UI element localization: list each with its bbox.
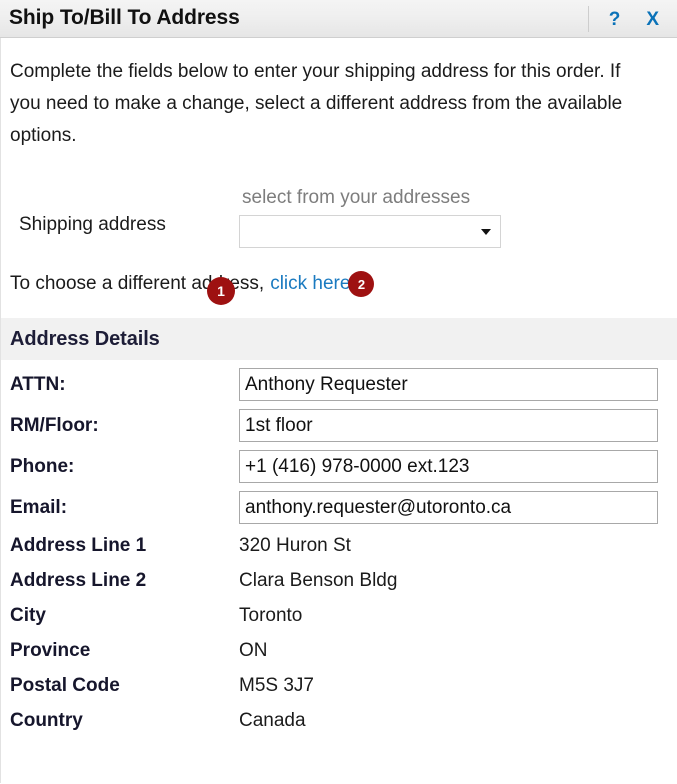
rm-floor-input[interactable] [239, 409, 658, 442]
value-address-line-2: Clara Benson Bldg [239, 569, 398, 591]
label-email: Email: [10, 496, 68, 518]
label-address-line-1: Address Line 1 [10, 534, 147, 556]
intro-text: Complete the fields below to enter your … [10, 61, 623, 146]
field-row-phone: Phone: [1, 446, 677, 487]
field-row-address-line-2: Address Line 2 Clara Benson Bldg [1, 563, 677, 598]
address-details-title: Address Details [10, 327, 160, 350]
attn-input[interactable] [239, 368, 658, 401]
label-country: Country [10, 709, 83, 731]
field-row-rm-floor: RM/Floor: [1, 405, 677, 446]
field-row-postal-code: Postal Code M5S 3J7 [1, 668, 677, 703]
field-row-address-line-1: Address Line 1 320 Huron St [1, 528, 677, 563]
value-postal-code: M5S 3J7 [239, 674, 314, 696]
titlebar-divider [587, 6, 589, 32]
close-icon[interactable]: X [640, 10, 665, 29]
field-row-city: City Toronto [1, 598, 677, 633]
label-province: Province [10, 639, 91, 661]
field-row-attn: ATTN: [1, 364, 677, 405]
annotation-badge-1: 1 [207, 277, 235, 305]
label-postal-code: Postal Code [10, 674, 120, 696]
shipping-address-label: Shipping address [19, 214, 166, 235]
shipping-address-select[interactable] [239, 215, 501, 248]
label-rm-floor: RM/Floor: [10, 414, 99, 436]
click-here-link[interactable]: click here [270, 273, 350, 295]
titlebar-actions: ? X [587, 0, 665, 38]
phone-input[interactable] [239, 450, 658, 483]
dialog-body: Complete the fields below to enter your … [0, 38, 677, 783]
address-details-list: ATTN: RM/Floor: Phone: Email: Address Li… [1, 360, 677, 738]
value-province: ON [239, 639, 268, 661]
email-input[interactable] [239, 491, 658, 524]
label-phone: Phone: [10, 455, 75, 477]
value-country: Canada [239, 709, 306, 731]
field-row-country: Country Canada [1, 703, 677, 738]
ship-to-bill-to-dialog: Ship To/Bill To Address ? X Complete the… [0, 0, 677, 784]
value-address-line-1: 320 Huron St [239, 534, 351, 556]
dialog-title: Ship To/Bill To Address [9, 6, 240, 29]
field-row-email: Email: [1, 487, 677, 528]
chevron-down-icon [481, 228, 491, 235]
label-address-line-2: Address Line 2 [10, 569, 147, 591]
label-attn: ATTN: [10, 373, 66, 395]
dialog-titlebar: Ship To/Bill To Address ? X [0, 0, 677, 38]
label-city: City [10, 604, 46, 626]
shipping-address-hint: select from your addresses [242, 187, 471, 208]
value-city: Toronto [239, 604, 303, 626]
choose-different-address-row: To choose a different address, click her… [1, 268, 677, 300]
field-row-province: Province ON [1, 633, 677, 668]
address-details-header: Address Details [1, 318, 677, 360]
shipping-address-row: Shipping address select from your addres… [1, 178, 677, 262]
annotation-badge-2: 2 [348, 271, 375, 297]
help-icon[interactable]: ? [603, 10, 627, 29]
